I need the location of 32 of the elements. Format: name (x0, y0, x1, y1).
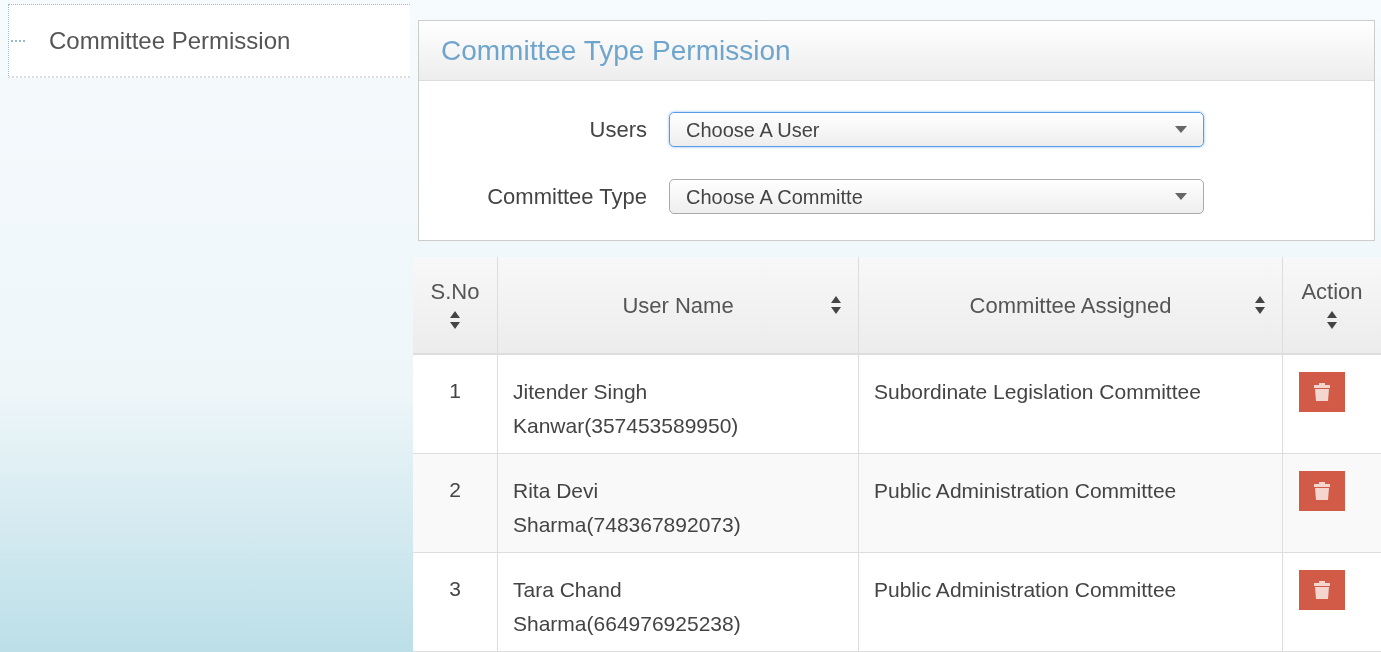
column-header[interactable]: S.No (413, 257, 497, 353)
table-cell-text: 3 (448, 576, 462, 602)
sidebar-item[interactable]: Committee Permission (8, 4, 410, 78)
trash-icon (1313, 481, 1331, 501)
table-cell: Subordinate Legislation Committee (858, 355, 1282, 453)
delete-button[interactable] (1299, 471, 1345, 511)
table-cell: Public Administration Committee (858, 553, 1282, 651)
column-header[interactable]: Action (1282, 257, 1381, 353)
sort-icon (1326, 310, 1338, 330)
delete-button[interactable] (1299, 570, 1345, 610)
caret-icon (1175, 193, 1187, 200)
panel-title: Committee Type Permission (441, 33, 791, 68)
table-cell: Tara Chand Sharma(664976925238) (497, 553, 858, 651)
table-cell: Public Administration Committee (858, 454, 1282, 552)
trash-icon (1313, 382, 1331, 402)
select-field[interactable]: Choose A User (669, 112, 1204, 147)
field-label: Committee Type (486, 183, 648, 211)
sort-icon (830, 295, 842, 315)
table-cell-text: 1 (448, 378, 462, 404)
table-cell: Jitender Singh Kanwar(357453589950) (497, 355, 858, 453)
delete-button[interactable] (1299, 372, 1345, 412)
select-field[interactable]: Choose A Committe (669, 179, 1204, 214)
field-label: Users (588, 116, 648, 144)
caret-icon (1175, 126, 1187, 133)
sort-icon (449, 310, 461, 330)
table-cell-text: 2 (448, 477, 462, 503)
sort-icon (1254, 295, 1266, 315)
column-header[interactable]: User Name (497, 257, 858, 353)
table-cell: Rita Devi Sharma(748367892073) (497, 454, 858, 552)
trash-icon (1313, 580, 1331, 600)
column-header[interactable]: Committee Assigned (858, 257, 1282, 353)
tree-line-icon (11, 39, 27, 42)
